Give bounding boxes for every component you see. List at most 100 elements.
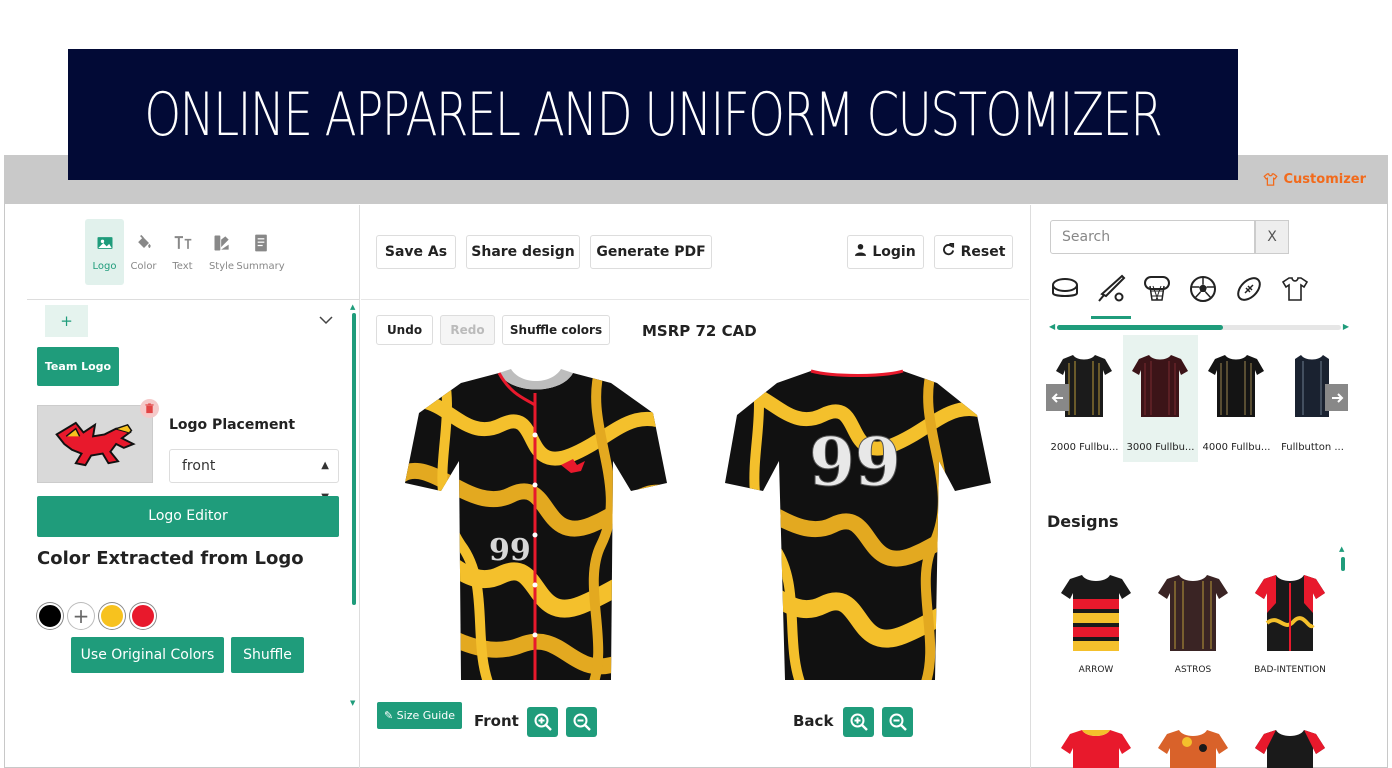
front-number: 99 xyxy=(489,533,531,568)
sport-carousel-scrollbar[interactable]: ◀ ▶ xyxy=(1049,322,1349,331)
front-jersey-preview[interactable]: 99 xyxy=(401,365,671,690)
designs-scrollbar[interactable]: ▲ xyxy=(1339,545,1347,768)
hockey-puck-icon xyxy=(1052,278,1078,297)
title-banner: ONLINE APPAREL AND UNIFORM CUSTOMIZER xyxy=(68,49,1238,180)
swatch-yellow[interactable] xyxy=(99,603,125,629)
customizer-link[interactable]: Customizer xyxy=(1262,172,1366,187)
color-extracted-heading: Color Extracted from Logo xyxy=(37,548,304,569)
zoom-out-icon xyxy=(889,713,907,731)
team-logo-button[interactable]: Team Logo xyxy=(37,347,119,386)
login-label: Login xyxy=(872,244,916,260)
reset-label: Reset xyxy=(960,244,1006,260)
use-original-colors-button[interactable]: Use Original Colors xyxy=(71,637,224,673)
scroll-left-icon[interactable]: ◀ xyxy=(1049,322,1055,331)
front-label: Front xyxy=(474,712,519,730)
design-name: BAD-INTENTION xyxy=(1254,665,1326,675)
product-name: 2000 Fullbu... xyxy=(1050,442,1119,453)
front-zoom-in-button[interactable] xyxy=(527,707,558,737)
generate-pdf-button[interactable]: Generate PDF xyxy=(590,235,712,269)
chevron-down-icon[interactable] xyxy=(318,312,334,328)
product-card-selected[interactable]: 3000 Fullbu... xyxy=(1123,335,1198,462)
sport-soccer[interactable] xyxy=(1185,271,1221,307)
refresh-icon xyxy=(942,236,955,268)
tab-style[interactable]: Style xyxy=(202,219,241,285)
design-thumbnail xyxy=(1061,575,1131,651)
griffin-logo xyxy=(55,421,136,467)
sport-baseball[interactable] xyxy=(1091,271,1131,319)
product-name: Fullbutton ... xyxy=(1281,442,1344,453)
product-prev-button[interactable] xyxy=(1046,384,1069,411)
product-card[interactable]: 4000 Fullbu... xyxy=(1199,335,1274,462)
tab-summary[interactable]: Summary xyxy=(236,219,285,285)
sport-football[interactable] xyxy=(1231,271,1267,307)
tab-style-label: Style xyxy=(208,260,235,272)
back-number: 99 xyxy=(809,423,901,501)
share-design-button[interactable]: Share design xyxy=(466,235,580,269)
size-guide-button[interactable]: ✎ Size Guide xyxy=(377,702,462,729)
login-button[interactable]: Login xyxy=(847,235,924,269)
tab-text[interactable]: Text xyxy=(163,219,202,285)
back-zoom-in-button[interactable] xyxy=(843,707,874,737)
scrollbar-thumb[interactable] xyxy=(352,313,356,605)
shuffle-button[interactable]: Shuffle xyxy=(231,637,304,673)
swatch-red[interactable] xyxy=(130,603,156,629)
search-input[interactable] xyxy=(1050,220,1255,254)
logo-editor-button[interactable]: Logo Editor xyxy=(37,496,339,537)
undo-button[interactable]: Undo xyxy=(376,315,433,345)
swatchbook-icon xyxy=(214,235,229,250)
paint-bucket-icon xyxy=(137,234,151,248)
back-zoom-out-button[interactable] xyxy=(882,707,913,737)
scrollbar-thumb[interactable] xyxy=(1341,557,1345,571)
delete-logo-button[interactable] xyxy=(140,399,159,418)
front-zoom-out-button[interactable] xyxy=(566,707,597,737)
shuffle-colors-button[interactable]: Shuffle colors xyxy=(502,315,610,345)
ruler-icon: ✎ xyxy=(383,709,394,722)
design-thumbnail xyxy=(1158,575,1228,651)
center-panel: Save As Share design Generate PDF Login … xyxy=(361,205,1029,768)
back-jersey-preview[interactable]: 99 xyxy=(723,365,993,690)
baseball-bat-icon xyxy=(1098,274,1126,302)
left-scrollbar[interactable]: ▲ ▼ xyxy=(350,303,358,707)
logo-thumbnail[interactable] xyxy=(37,405,153,483)
design-name: ARROW xyxy=(1078,665,1114,675)
design-thumbnail-partial[interactable] xyxy=(1254,728,1326,768)
jersey-thumbnail xyxy=(1208,355,1264,417)
design-card[interactable]: ASTROS xyxy=(1148,573,1238,675)
soccer-ball-icon xyxy=(1190,276,1216,302)
swatch-black[interactable] xyxy=(37,603,63,629)
tshirt-icon xyxy=(1281,277,1309,301)
product-carousel: 2000 Fullbu... 3000 Fullbu... 4000 Fullb… xyxy=(1047,335,1357,463)
right-panel: X ◀ ▶ 2000 Fullbu... xyxy=(1030,205,1388,768)
sport-apparel[interactable] xyxy=(1277,271,1313,307)
product-next-button[interactable] xyxy=(1325,384,1348,411)
scroll-right-icon[interactable]: ▶ xyxy=(1343,322,1349,331)
reset-button[interactable]: Reset xyxy=(934,235,1013,269)
jersey-thumbnail xyxy=(1132,355,1188,417)
sport-hockey[interactable] xyxy=(1047,271,1083,307)
design-thumbnail-partial[interactable] xyxy=(1060,728,1132,768)
tab-summary-label: Summary xyxy=(236,260,285,272)
product-name: 4000 Fullbu... xyxy=(1202,442,1271,453)
scroll-up-icon[interactable]: ▲ xyxy=(350,303,355,311)
logo-placement-label: Logo Placement xyxy=(169,417,296,433)
logo-placement-select[interactable]: front ▲▼ xyxy=(169,449,339,503)
design-thumbnail-partial[interactable] xyxy=(1157,728,1229,768)
redo-button[interactable]: Redo xyxy=(440,315,495,345)
add-color-swatch[interactable]: + xyxy=(68,603,94,629)
add-logo-button[interactable]: + xyxy=(45,305,88,337)
save-as-button[interactable]: Save As xyxy=(376,235,456,269)
zoom-out-icon xyxy=(573,713,591,731)
scroll-up-icon[interactable]: ▲ xyxy=(1339,545,1344,553)
design-thumbnail xyxy=(1255,575,1325,651)
scrollbar-thumb[interactable] xyxy=(1057,325,1223,330)
customizer-label: Customizer xyxy=(1283,172,1366,187)
football-icon xyxy=(1237,277,1261,301)
design-card[interactable]: ARROW xyxy=(1051,573,1141,675)
tab-color[interactable]: Color xyxy=(124,219,163,285)
sport-basketball[interactable] xyxy=(1139,271,1175,307)
tab-logo[interactable]: Logo xyxy=(85,219,124,285)
design-card[interactable]: BAD-INTENTION xyxy=(1245,573,1335,675)
zoom-in-icon xyxy=(850,713,868,731)
scroll-down-icon[interactable]: ▼ xyxy=(350,699,355,707)
search-clear-button[interactable]: X xyxy=(1255,220,1289,254)
